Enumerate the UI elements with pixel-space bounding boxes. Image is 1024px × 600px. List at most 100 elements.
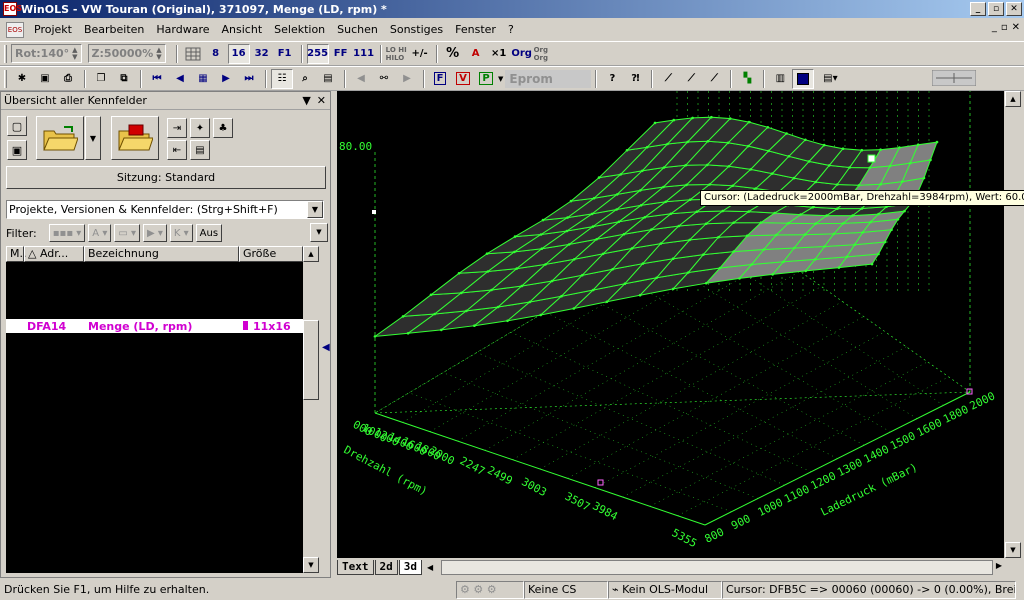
map-3d-view[interactable]: 80.00 000 1000 1200 1400 1600 1800 2000 2247 2499…: [337, 91, 1004, 558]
view-32bit-button[interactable]: 32: [251, 44, 273, 64]
collapse-panel-icon[interactable]: ◀: [322, 342, 331, 366]
printer-icon[interactable]: ⎙: [57, 69, 79, 89]
lohi-button[interactable]: LO HI HILO: [386, 44, 408, 64]
help-icon[interactable]: ?: [601, 69, 623, 89]
last-map-icon[interactable]: ⏭: [238, 69, 260, 89]
list-scrollbar[interactable]: ▲ ▼: [303, 246, 319, 573]
rotation-spinner[interactable]: Rot:140° ▲ ▼: [11, 44, 82, 63]
filter-expand-icon[interactable]: ▼: [310, 223, 328, 242]
column-size[interactable]: Größe: [239, 246, 303, 262]
back-icon[interactable]: ◀: [350, 69, 372, 89]
close-icon[interactable]: ✕: [317, 94, 326, 107]
toolbar-grip[interactable]: [4, 44, 7, 63]
column-marker[interactable]: M..: [6, 246, 26, 262]
document-icon[interactable]: EOS: [6, 21, 24, 38]
session-button[interactable]: Sitzung: Standard: [6, 166, 326, 189]
graph-vscrollbar[interactable]: ▲ ▼: [1005, 91, 1022, 558]
menu-selektion[interactable]: Selektion: [268, 23, 331, 36]
menu-ansicht[interactable]: Ansicht: [216, 23, 269, 36]
grid-view-button[interactable]: [182, 44, 204, 64]
forward-icon[interactable]: ▶: [396, 69, 418, 89]
sign-button[interactable]: +/-: [409, 44, 431, 64]
hardware-icon[interactable]: ✱: [11, 69, 33, 89]
flag-p-button[interactable]: P: [475, 69, 497, 89]
binoculars-icon[interactable]: ⚯: [373, 69, 395, 89]
original-button[interactable]: Org: [511, 44, 533, 64]
menu-hardware[interactable]: Hardware: [150, 23, 215, 36]
tree-icon[interactable]: ♣: [213, 118, 233, 138]
color-mode-icon[interactable]: [792, 68, 815, 89]
scroll-up-icon[interactable]: ▲: [303, 246, 319, 262]
menu-projekt[interactable]: Projekt: [28, 23, 78, 36]
properties-icon[interactable]: ▤: [190, 140, 210, 160]
view-float-button[interactable]: F1: [274, 44, 296, 64]
view-16bit-button[interactable]: 16: [227, 43, 250, 64]
graph-tool3-icon[interactable]: ⟋: [703, 69, 725, 89]
previous-map-icon[interactable]: ◀: [169, 69, 191, 89]
filter-off-button[interactable]: Aus: [195, 224, 223, 242]
mdi-close-button[interactable]: ✕: [1012, 22, 1020, 33]
context-help-icon[interactable]: ⁈: [624, 69, 646, 89]
chevron-down-icon[interactable]: ▼: [307, 201, 323, 218]
search-map-icon[interactable]: ⌕: [294, 69, 316, 89]
import-icon[interactable]: ⇥: [167, 118, 187, 138]
list-item[interactable]: DFA14 Menge (LD, rpm) 11x16: [6, 319, 304, 333]
open-folder-button[interactable]: [36, 116, 84, 160]
chevron-down-icon[interactable]: ▼: [302, 94, 310, 107]
tab-2d[interactable]: 2d: [374, 560, 398, 575]
columns-icon[interactable]: ▥: [769, 69, 791, 89]
menu-bearbeiten[interactable]: Bearbeiten: [78, 23, 150, 36]
column-name[interactable]: Bezeichnung: [84, 246, 239, 262]
surface-plot[interactable]: 80.00000100012001400160018002000 22472499…: [337, 91, 1004, 558]
project-folder-button[interactable]: [111, 116, 159, 160]
compare-window-icon[interactable]: ⧉: [113, 69, 135, 89]
spin-arrows-icon[interactable]: ▲ ▼: [156, 46, 161, 61]
filter-kf-button[interactable]: K ▾: [169, 224, 193, 242]
save-icon[interactable]: ▣: [7, 140, 27, 160]
maximize-button[interactable]: ▫: [988, 2, 1004, 16]
percent-button[interactable]: %: [442, 44, 464, 64]
spin-arrows-icon[interactable]: ▲ ▼: [72, 46, 77, 61]
scroll-down-icon[interactable]: ▼: [303, 557, 319, 573]
search-scope-dropdown[interactable]: Projekte, Versionen & Kennfelder: (Strg+…: [6, 200, 324, 219]
scroll-right-icon[interactable]: ▶: [996, 561, 1002, 570]
view-8bit-button[interactable]: 8: [205, 44, 227, 64]
map-properties-icon[interactable]: ▤: [317, 69, 339, 89]
scrollbar-thumb[interactable]: [303, 320, 319, 400]
mdi-restore-button[interactable]: ▫: [1001, 22, 1008, 33]
minimize-button[interactable]: _: [970, 2, 986, 16]
menu-help[interactable]: ?: [502, 23, 520, 36]
copy-window-icon[interactable]: ❐: [90, 69, 112, 89]
filter-marker-button[interactable]: ▭ ▾: [114, 224, 140, 242]
open-dropdown-icon[interactable]: ▼: [85, 116, 101, 160]
scroll-up-icon[interactable]: ▲: [1005, 91, 1021, 107]
close-button[interactable]: ✕: [1006, 2, 1022, 16]
layout-dropdown-icon[interactable]: ▤▾: [815, 69, 845, 89]
first-map-icon[interactable]: ⏮: [146, 69, 168, 89]
export-doc-icon[interactable]: ⇤: [167, 140, 187, 160]
hex-button[interactable]: FF: [330, 44, 352, 64]
graph-tool1-icon[interactable]: ⟋: [657, 69, 679, 89]
flag-v-button[interactable]: V: [452, 69, 474, 89]
zoom-spinner[interactable]: Z:50000% ▲ ▼: [87, 44, 166, 63]
tree-view-icon[interactable]: ☷: [271, 68, 293, 89]
dropdown-arrow-icon[interactable]: ▼: [498, 75, 503, 83]
delta-button[interactable]: A: [465, 44, 487, 64]
new-icon[interactable]: ▢: [7, 116, 27, 136]
chip-icon[interactable]: ▣: [34, 69, 56, 89]
menu-sonstiges[interactable]: Sonstiges: [384, 23, 449, 36]
table-icon[interactable]: ▦: [192, 69, 214, 89]
export-icon[interactable]: ▚: [736, 69, 758, 89]
scroll-down-icon[interactable]: ▼: [1005, 542, 1021, 558]
toolbar-grip[interactable]: [4, 69, 7, 88]
menu-fenster[interactable]: Fenster: [449, 23, 502, 36]
tab-scroll-left-icon[interactable]: ◀: [427, 563, 433, 572]
filter-size-button[interactable]: ▪▪▪ ▾: [48, 224, 86, 242]
flag-f-button[interactable]: F: [429, 69, 451, 89]
toolbar-end-control[interactable]: [931, 69, 977, 87]
tab-text[interactable]: Text: [337, 560, 374, 575]
binary-button[interactable]: 111: [353, 44, 375, 64]
map-list[interactable]: DFA14 Menge (LD, rpm) 11x16: [6, 262, 304, 573]
decimal-button[interactable]: 255: [306, 43, 329, 64]
factor-button[interactable]: ×1: [488, 44, 510, 64]
